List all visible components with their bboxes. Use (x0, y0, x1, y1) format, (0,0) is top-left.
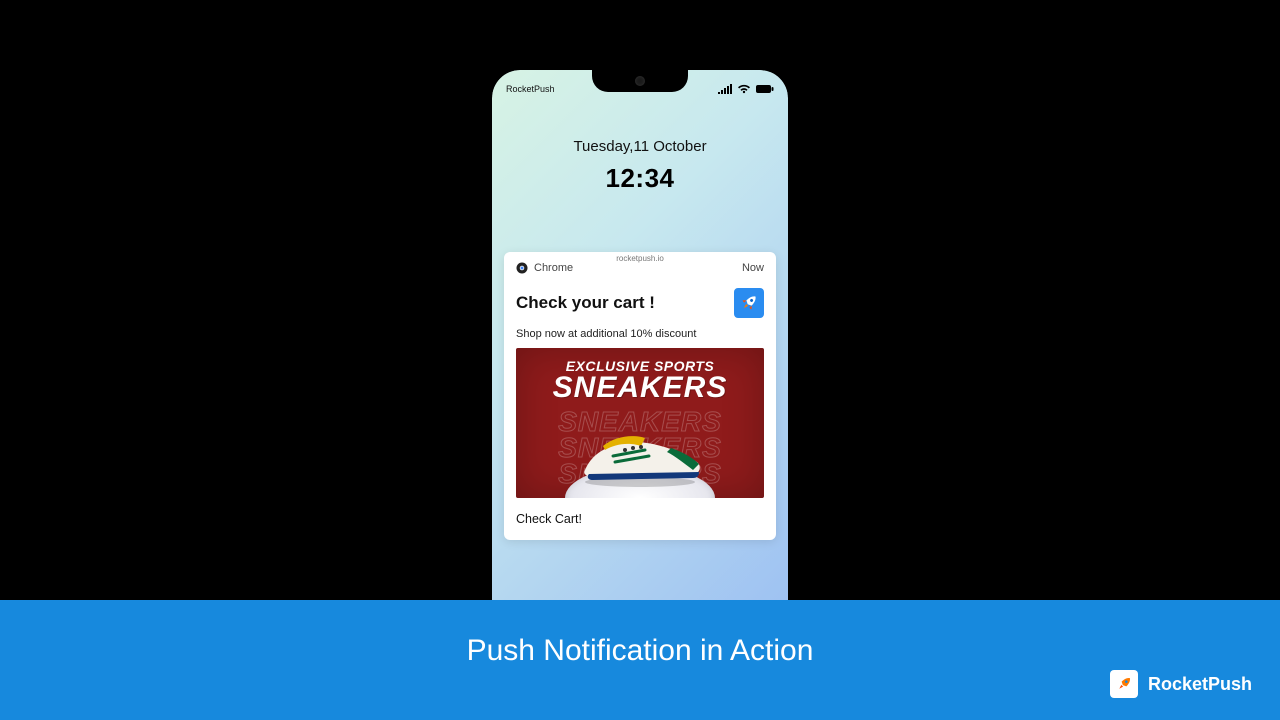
caption-banner: Push Notification in Action RocketPush (0, 600, 1280, 720)
sneaker-illustration (575, 426, 705, 488)
notification-app-label: Chrome (534, 262, 573, 274)
push-notification-card[interactable]: rocketpush.io Chrome Now Check your cart… (504, 252, 776, 540)
notification-domain: rocketpush.io (504, 254, 776, 263)
phone-mockup: RocketPush Tuesday,11 October 12:34 rock… (482, 30, 798, 622)
rocket-icon (734, 288, 764, 318)
notification-timestamp: Now (742, 262, 764, 274)
phone-side-button (808, 180, 814, 220)
carrier-label: RocketPush (506, 84, 555, 94)
wifi-icon (737, 84, 751, 94)
status-bar: RocketPush (492, 70, 788, 102)
banner-title: Push Notification in Action (0, 600, 1280, 668)
brand-badge: RocketPush (1110, 670, 1252, 698)
phone-screen: RocketPush Tuesday,11 October 12:34 rock… (492, 70, 788, 642)
brand-name: RocketPush (1148, 674, 1252, 695)
chrome-icon (516, 262, 528, 274)
lockscreen-time: 12:34 (492, 163, 788, 194)
lockscreen-date: Tuesday,11 October (492, 138, 788, 155)
battery-icon (756, 84, 774, 94)
notification-action-button[interactable]: Check Cart! (516, 512, 764, 526)
notification-title: Check your cart ! (516, 293, 655, 313)
rocketpush-logo-icon (1110, 670, 1138, 698)
notification-body: Shop now at additional 10% discount (516, 328, 764, 340)
notification-hero-image: EXCLUSIVE SPORTS SNEAKERS SNEAKERS SNEAK… (516, 348, 764, 498)
phone-side-button (808, 235, 814, 305)
signal-icon (718, 84, 732, 94)
promo-line2: SNEAKERS (553, 374, 728, 401)
